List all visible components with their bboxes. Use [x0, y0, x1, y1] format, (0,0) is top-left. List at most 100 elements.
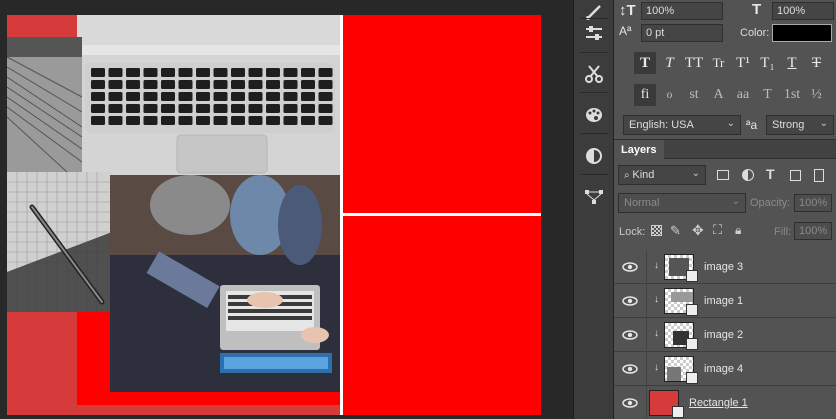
keyboard-key [301, 68, 315, 77]
language-select[interactable]: English: USA ⌄ [623, 115, 741, 135]
superscript-button[interactable]: T¹ [732, 52, 754, 74]
keyboard-key [161, 104, 175, 113]
fill-field[interactable]: 100% [794, 222, 832, 240]
layer-name[interactable]: Rectangle 1 [689, 397, 748, 409]
all-caps-button[interactable]: TT [683, 52, 705, 74]
color-swatch[interactable] [772, 24, 832, 42]
antialias-select[interactable]: Strong ⌄ [766, 115, 834, 135]
keyboard-key [196, 80, 210, 89]
keyboard-key [213, 68, 228, 77]
keyboard-key [266, 68, 280, 77]
keyboard-key [196, 116, 210, 125]
smart-object-badge-icon [686, 304, 698, 316]
discretionary-ligatures-button[interactable]: ℴ [659, 84, 681, 106]
faux-bold-button[interactable]: T [634, 52, 656, 74]
layer-row-image-2[interactable]: ↓ image 2 [614, 318, 836, 352]
layer-row-image-1[interactable]: ↓ image 1 [614, 284, 836, 318]
image-notebook-pen[interactable] [7, 172, 112, 312]
horizontal-guide [343, 213, 541, 216]
small-caps-button[interactable]: Tr [708, 52, 730, 74]
keyboard-key [143, 92, 158, 101]
clipping-arrow-icon: ↓ [654, 328, 659, 339]
smart-object-badge-icon [686, 372, 698, 384]
opacity-field[interactable]: 100% [794, 194, 832, 212]
ordinals-sup-button[interactable]: 1st [781, 84, 803, 106]
layer-row-image-3[interactable]: ↓ image 3 [614, 250, 836, 284]
keyboard-key [91, 68, 105, 77]
language-value: English: USA [629, 119, 694, 131]
layer-name[interactable]: image 1 [704, 295, 743, 307]
type-filter-icon[interactable]: T [766, 166, 775, 182]
lock-transparent-icon[interactable] [651, 225, 662, 236]
keyboard-key [318, 104, 333, 113]
keyboard-key [143, 80, 158, 89]
keyboard-key [231, 92, 245, 101]
layer-name[interactable]: image 3 [704, 261, 743, 273]
keyboard-key [248, 68, 263, 77]
canvas-area[interactable] [0, 0, 573, 419]
keyboard-key [231, 104, 245, 113]
tab-layers[interactable]: Layers [614, 140, 664, 159]
keyboard-key [178, 92, 193, 101]
keyboard-key [91, 80, 105, 89]
image-people-laptop[interactable] [110, 175, 340, 392]
horizontal-scale-field[interactable]: 100% [772, 2, 834, 20]
swash-button[interactable]: st [683, 84, 705, 106]
eye-icon[interactable] [622, 259, 638, 275]
keyboard-key [143, 68, 158, 77]
eye-icon[interactable] [622, 395, 638, 411]
chevron-down-icon: ⌄ [691, 168, 700, 179]
scissors-icon[interactable] [582, 62, 606, 86]
lock-move-icon[interactable]: ✥ [692, 222, 704, 239]
faux-italic-button[interactable]: T [659, 52, 681, 74]
keyboard-key [318, 92, 333, 101]
keyboard-key [126, 80, 140, 89]
ligatures-button[interactable]: fi [634, 84, 656, 106]
keyboard-key [178, 104, 193, 113]
keyboard-key [178, 116, 193, 125]
lock-all-icon[interactable]: 🔒︎ [735, 223, 741, 238]
eye-icon[interactable] [622, 361, 638, 377]
layer-filter-select[interactable]: ⌕ Kind ⌄ [618, 165, 706, 185]
eye-icon[interactable] [622, 327, 638, 343]
strikethrough-button[interactable]: T [806, 52, 828, 74]
stylistic-alternates-button[interactable]: A [708, 84, 730, 106]
sliders-icon[interactable] [582, 21, 606, 45]
image-filter-icon[interactable] [717, 170, 729, 180]
shape-layer-badge-icon [672, 406, 684, 418]
fractions-button[interactable]: ½ [806, 84, 828, 106]
blend-mode-select[interactable]: Normal ⌄ [618, 193, 746, 213]
keyboard-key [91, 116, 105, 125]
layer-row-image-4[interactable]: ↓ image 4 [614, 352, 836, 386]
lock-artboard-icon[interactable]: ⛶ [713, 222, 722, 238]
fill-label: Fill: [774, 226, 792, 238]
adjustments-icon[interactable] [582, 144, 606, 168]
document-canvas[interactable] [7, 15, 541, 415]
smartobject-filter-icon[interactable] [814, 169, 824, 182]
path-icon[interactable] [582, 185, 606, 209]
layer-name[interactable]: image 4 [704, 363, 743, 375]
keyboard-key [283, 116, 298, 125]
lock-brush-icon[interactable]: ✎ [670, 223, 681, 239]
subscript-button[interactable]: T₁ [757, 52, 779, 74]
vertical-scale-icon: ↕T [619, 2, 636, 19]
vertical-scale-field[interactable]: 100% [641, 2, 723, 20]
image-sketch[interactable] [7, 37, 82, 172]
keyboard-key [248, 104, 263, 113]
keyboard-key [231, 80, 245, 89]
keyboard-key [108, 80, 123, 89]
smart-object-badge-icon [686, 270, 698, 282]
shape-filter-icon[interactable] [790, 170, 801, 181]
underline-button[interactable]: T [781, 52, 803, 74]
layer-row-rectangle-1[interactable]: Rectangle 1 [614, 386, 836, 419]
titling-alternates-button[interactable]: aa [732, 84, 754, 106]
keyboard-key [301, 92, 315, 101]
circle-half-icon[interactable] [742, 169, 754, 181]
image-laptop-keyboard[interactable] [77, 15, 340, 175]
palette-icon[interactable] [582, 103, 606, 127]
ordinals-button[interactable]: T [757, 84, 779, 106]
eye-icon[interactable] [622, 293, 638, 309]
keyboard-key [248, 92, 263, 101]
baseline-shift-field[interactable]: 0 pt [641, 24, 723, 42]
layer-name[interactable]: image 2 [704, 329, 743, 341]
